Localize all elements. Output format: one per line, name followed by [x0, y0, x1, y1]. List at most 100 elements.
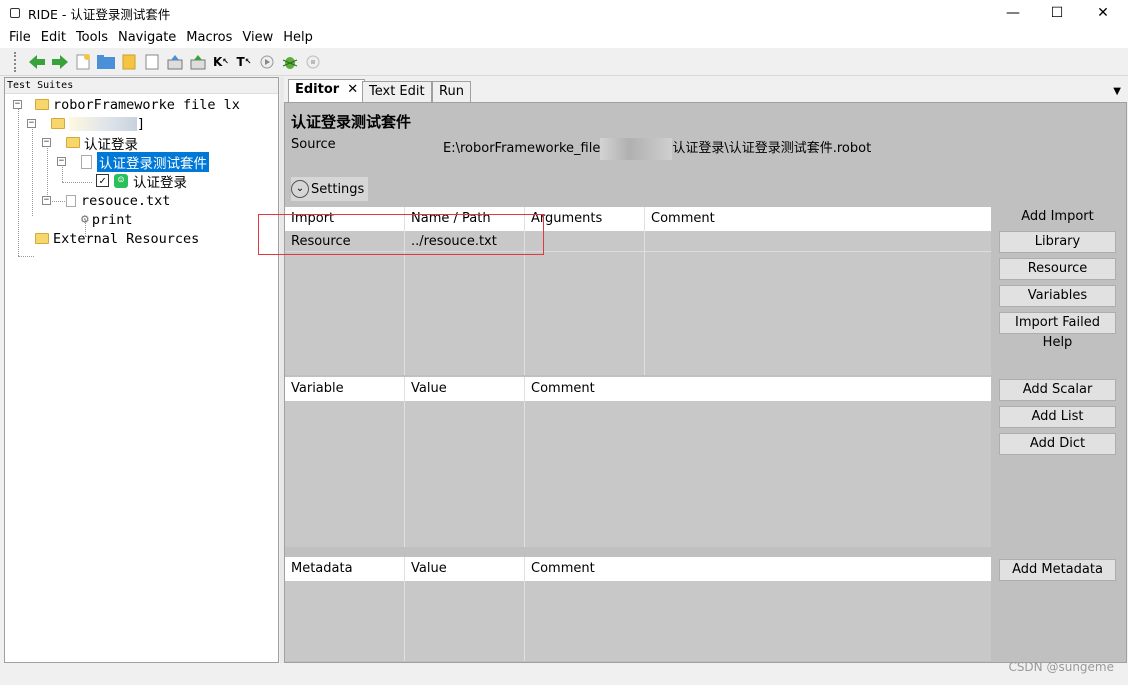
- table-row[interactable]: Resource ../resouce.txt: [285, 231, 991, 252]
- folder-icon: [35, 99, 49, 110]
- back-arrow-icon[interactable]: [26, 51, 48, 73]
- chevron-down-icon: ⌄: [291, 180, 309, 198]
- variable-table: Variable Value Comment: [285, 377, 991, 547]
- source-suffix: 认证登录\认证登录测试套件.robot: [672, 141, 872, 156]
- folder-icon: [51, 118, 65, 129]
- tree-node-keyword[interactable]: ⚙ print: [81, 210, 132, 229]
- tree-line: [47, 143, 48, 197]
- column-divider: [524, 377, 525, 547]
- save-all-icon[interactable]: [187, 51, 209, 73]
- tree-node-root[interactable]: roborFrameworke file lx: [35, 95, 240, 114]
- gear-icon: ⚙: [81, 212, 89, 227]
- column-header: Arguments: [531, 211, 603, 226]
- suite-title: 认证登录测试套件: [291, 113, 412, 131]
- tree-node-test[interactable]: ✓ ☺ 认证登录: [96, 171, 187, 191]
- app-icon: [10, 8, 20, 18]
- close-window-button[interactable]: ✕: [1080, 0, 1126, 26]
- menu-navigate[interactable]: Navigate: [113, 30, 181, 45]
- tab-editor[interactable]: Editor ✕: [288, 79, 366, 103]
- column-header: Name / Path: [411, 211, 491, 226]
- table-cell[interactable]: [525, 231, 531, 252]
- table-cell[interactable]: Resource: [285, 231, 351, 252]
- menu-macros[interactable]: Macros: [181, 30, 237, 45]
- tree-node-external[interactable]: External Resources: [35, 229, 199, 248]
- file-icon: [81, 154, 92, 169]
- stop-icon[interactable]: [302, 51, 324, 73]
- open-folder-icon[interactable]: [95, 51, 117, 73]
- checkbox-icon[interactable]: ✓: [96, 174, 109, 187]
- collapse-toggle[interactable]: −: [27, 119, 36, 128]
- add-dict-button[interactable]: Add Dict: [999, 433, 1116, 455]
- status-bar: [0, 664, 1128, 685]
- k-label: K: [212, 54, 223, 69]
- tree-node-resource[interactable]: resouce.txt: [66, 191, 170, 210]
- save-icon[interactable]: [164, 51, 186, 73]
- tree-node-label: resouce.txt: [81, 192, 171, 209]
- column-header: Comment: [651, 211, 715, 226]
- table-cell[interactable]: [645, 231, 651, 252]
- add-resource-button[interactable]: Resource: [999, 258, 1116, 280]
- tree-node-label: ]: [137, 115, 146, 132]
- column-header: Comment: [531, 381, 595, 396]
- collapse-toggle[interactable]: −: [42, 196, 51, 205]
- collapse-toggle[interactable]: −: [13, 100, 22, 109]
- metadata-table: Metadata Value Comment: [285, 557, 991, 661]
- forward-arrow-icon[interactable]: [49, 51, 71, 73]
- table-header: Import Name / Path Arguments Comment: [285, 207, 991, 231]
- tree-line: [62, 182, 92, 183]
- redacted-name: [69, 116, 137, 131]
- column-divider: [524, 557, 525, 661]
- tab-run[interactable]: Run: [432, 81, 471, 103]
- new-file-icon[interactable]: [141, 51, 163, 73]
- menu-view[interactable]: View: [237, 30, 278, 45]
- tree-node-project[interactable]: ]: [51, 114, 145, 133]
- variable-buttons: Add Scalar Add List Add Dict: [999, 379, 1117, 459]
- search-keywords-icon[interactable]: K ↖: [210, 51, 232, 73]
- add-library-button[interactable]: Library: [999, 231, 1116, 253]
- new-project-icon[interactable]: [72, 51, 94, 73]
- tree-line: [32, 124, 33, 216]
- tree-node-label: 认证登录: [84, 136, 138, 153]
- menu-tools[interactable]: Tools: [71, 30, 113, 45]
- robot-icon: ☺: [114, 173, 128, 188]
- maximize-button[interactable]: ☐: [1034, 0, 1080, 26]
- tree-node-folder[interactable]: 认证登录: [66, 133, 138, 153]
- add-scalar-button[interactable]: Add Scalar: [999, 379, 1116, 401]
- editor-content: 认证登录测试套件 Source E:\roborFrameworke_file 认…: [284, 102, 1127, 663]
- tree-node-suite[interactable]: 认证登录测试套件: [81, 151, 209, 172]
- tab-text-edit[interactable]: Text Edit: [362, 81, 432, 103]
- tab-bar: Editor ✕ Text Edit Run ▼: [284, 78, 1127, 103]
- search-tests-icon[interactable]: T ↖: [233, 51, 255, 73]
- add-metadata-button[interactable]: Add Metadata: [999, 559, 1116, 581]
- import-buttons: Add Import Library Resource Variables Im…: [999, 207, 1117, 350]
- tree-node-label: External Resources: [53, 230, 200, 247]
- open-directory-icon[interactable]: [118, 51, 140, 73]
- tab-close-icon[interactable]: ✕: [347, 82, 358, 97]
- minimize-button[interactable]: —: [990, 0, 1036, 26]
- table-cell[interactable]: ../resouce.txt: [405, 231, 497, 252]
- settings-toggle[interactable]: ⌄ Settings: [291, 177, 369, 201]
- folder-icon: [66, 137, 80, 148]
- import-failed-help-button[interactable]: Import Failed Help: [999, 312, 1116, 350]
- tree-node-label: 认证登录: [133, 174, 187, 191]
- add-variables-button[interactable]: Variables: [999, 285, 1116, 307]
- column-header: Import: [291, 211, 335, 226]
- window-title: RIDE - 认证登录测试套件: [28, 6, 171, 22]
- menu-help[interactable]: Help: [278, 30, 318, 45]
- redacted-path: [600, 137, 673, 160]
- tab-dropdown-icon[interactable]: ▼: [1113, 86, 1121, 97]
- add-list-button[interactable]: Add List: [999, 406, 1116, 428]
- tree-node-label: 认证登录测试套件: [97, 151, 209, 172]
- menu-file[interactable]: File: [4, 30, 36, 45]
- collapse-toggle[interactable]: −: [42, 138, 51, 147]
- tree-node-label: roborFrameworke file lx: [53, 96, 240, 113]
- settings-label: Settings: [311, 181, 365, 197]
- collapse-toggle[interactable]: −: [57, 157, 66, 166]
- menu-edit[interactable]: Edit: [36, 30, 71, 45]
- toolbar: K ↖ T ↖: [0, 48, 1128, 76]
- debug-bug-icon[interactable]: [279, 51, 301, 73]
- run-icon[interactable]: [256, 51, 278, 73]
- import-table: Import Name / Path Arguments Comment Res…: [285, 207, 991, 375]
- toolbar-grip: [14, 51, 18, 72]
- test-suites-panel: Test Suites − roborFrameworke file lx − …: [4, 77, 279, 663]
